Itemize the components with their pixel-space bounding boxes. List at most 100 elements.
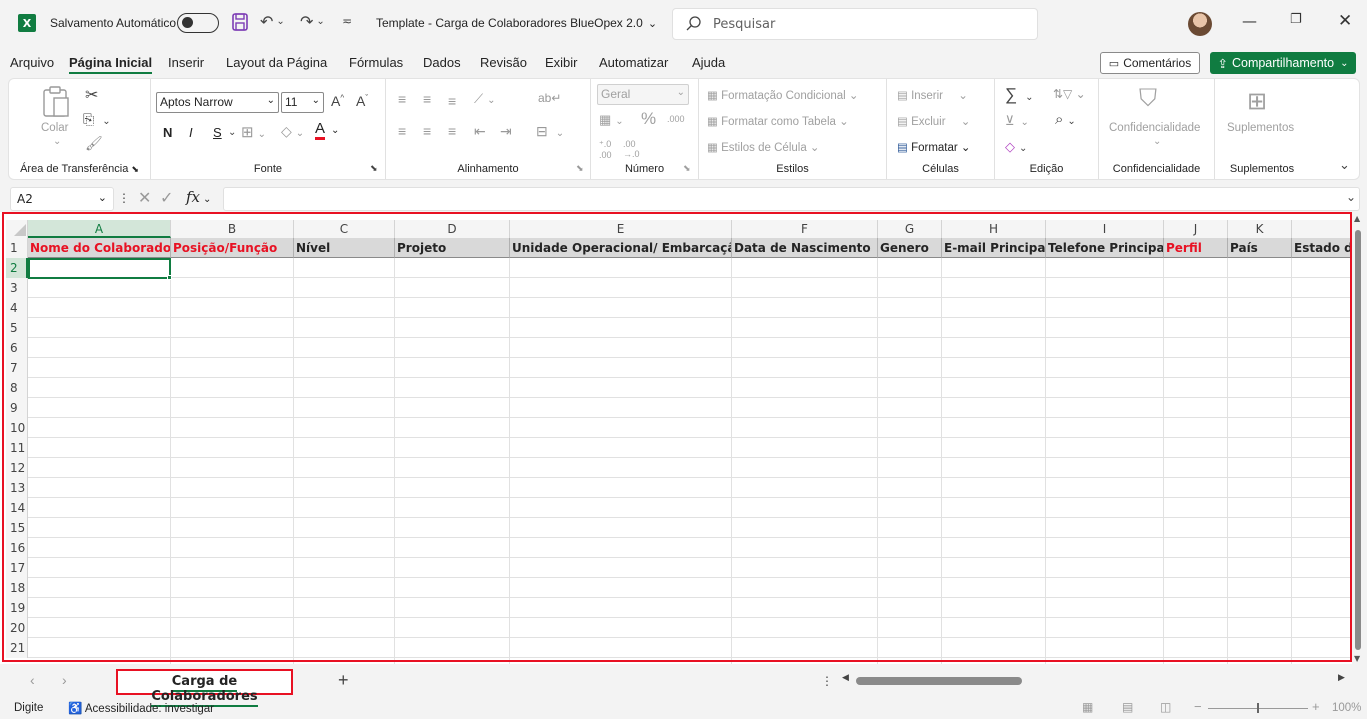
close-icon[interactable]: ✕: [1338, 11, 1352, 31]
sort-filter-icon[interactable]: ⇅▽ ⌄: [1053, 87, 1086, 101]
dialog-launcher-icon[interactable]: ⬊: [683, 163, 691, 174]
fill-icon[interactable]: ⊻ ⌄: [1005, 113, 1029, 129]
menu-ajuda[interactable]: Ajuda: [692, 55, 725, 70]
menu-automatizar[interactable]: Automatizar: [599, 55, 668, 70]
italic-button[interactable]: I: [189, 125, 193, 140]
header-cell[interactable]: Unidade Operacional/ Embarcação: [510, 238, 732, 258]
horizontal-scrollbar[interactable]: ◀ ▶: [842, 673, 1352, 687]
increase-indent-icon[interactable]: ⇥: [500, 123, 512, 140]
addins-icon[interactable]: ⊞: [1247, 87, 1267, 116]
table-row[interactable]: [28, 438, 1352, 458]
worksheet-grid[interactable]: ABCDEFGHIJK Nome do Colaborador Posição/F…: [0, 212, 1352, 664]
row-header[interactable]: 14: [6, 501, 28, 515]
zoom-in-icon[interactable]: +: [1312, 699, 1320, 714]
merge-cells-icon[interactable]: ⊟ ⌄: [536, 123, 564, 140]
header-cell[interactable]: País: [1228, 238, 1292, 258]
increase-decimal-icon[interactable]: ⁺.0.00: [599, 139, 612, 160]
column-header-j[interactable]: J: [1164, 220, 1228, 238]
row-header[interactable]: 21: [6, 641, 28, 655]
paste-icon[interactable]: [41, 85, 71, 122]
chevron-down-icon[interactable]: ⌄: [228, 127, 236, 138]
normal-view-icon[interactable]: ▦: [1082, 700, 1093, 714]
row-header[interactable]: 12: [6, 461, 28, 475]
currency-icon[interactable]: ▦ ⌄: [599, 112, 624, 128]
table-row[interactable]: [28, 398, 1352, 418]
sensitivity-icon[interactable]: ⛉: [1139, 85, 1157, 113]
column-header-l[interactable]: [1292, 220, 1352, 238]
zoom-out-icon[interactable]: −: [1194, 699, 1202, 714]
row-header[interactable]: 3: [6, 281, 28, 295]
decrease-decimal-icon[interactable]: .00 →.0: [623, 139, 640, 159]
cut-icon[interactable]: ✂: [85, 85, 98, 105]
column-header-k[interactable]: K: [1228, 220, 1292, 238]
decrease-font-icon[interactable]: Aˇ: [356, 93, 368, 109]
scroll-right-icon[interactable]: ▶: [1338, 673, 1345, 683]
table-row[interactable]: [28, 338, 1352, 358]
menu-arquivo[interactable]: Arquivo: [10, 55, 54, 70]
restore-icon[interactable]: ❐: [1290, 12, 1302, 27]
row-header[interactable]: 10: [6, 421, 28, 435]
find-select-icon[interactable]: ⌕ ⌄: [1055, 111, 1076, 128]
row-header[interactable]: 13: [6, 481, 28, 495]
undo-icon[interactable]: ↶ ⌄: [260, 12, 285, 31]
vertical-scrollbar[interactable]: ▲ ▼: [1352, 214, 1364, 664]
row-header[interactable]: 7: [6, 361, 28, 375]
column-header-e[interactable]: E: [510, 220, 732, 238]
borders-icon[interactable]: ⊞ ⌄: [241, 123, 266, 141]
add-sheet-button[interactable]: +: [338, 670, 349, 691]
cell-styles-button[interactable]: ▦ Estilos de Célula ⌄: [707, 140, 820, 154]
autosum-icon[interactable]: ∑ ⌄: [1005, 85, 1034, 105]
comma-style-icon[interactable]: .000: [667, 114, 685, 124]
menu-layout-da-pagina[interactable]: Layout da Página: [226, 55, 327, 70]
share-button[interactable]: ⇪ Compartilhamento ⌄: [1210, 52, 1356, 74]
table-row[interactable]: [28, 378, 1352, 398]
header-cell[interactable]: Projeto: [395, 238, 510, 258]
number-format-combo[interactable]: Geral ⌄: [597, 84, 689, 105]
fill-color-icon[interactable]: ◇ ⌄: [281, 123, 304, 140]
table-row[interactable]: [28, 358, 1352, 378]
copy-icon[interactable]: ⎘ ⌄: [83, 111, 111, 128]
more-options-icon[interactable]: ⋮: [821, 674, 833, 688]
row-header[interactable]: 11: [6, 441, 28, 455]
table-row[interactable]: [28, 538, 1352, 558]
font-size-combo[interactable]: 11 ⌄: [281, 92, 324, 113]
row-header[interactable]: 1: [6, 241, 28, 255]
header-cell[interactable]: Data de Nascimento: [732, 238, 878, 258]
table-row[interactable]: [28, 638, 1352, 658]
table-row[interactable]: [28, 298, 1352, 318]
clear-icon[interactable]: ◇ ⌄: [1005, 139, 1027, 155]
autosave-toggle[interactable]: [177, 13, 219, 33]
menu-exibir[interactable]: Exibir: [545, 55, 578, 70]
zoom-slider[interactable]: [1208, 703, 1308, 713]
table-row[interactable]: [28, 458, 1352, 478]
row-header[interactable]: 19: [6, 601, 28, 615]
align-left-icon[interactable]: ≡: [398, 123, 406, 139]
column-header-c[interactable]: C: [294, 220, 395, 238]
collapse-ribbon-icon[interactable]: ⌄: [1339, 157, 1350, 173]
table-row[interactable]: [28, 558, 1352, 578]
scroll-down-icon[interactable]: ▼: [1354, 654, 1360, 663]
orientation-icon[interactable]: ⟋ ⌄: [474, 91, 496, 107]
paste-label[interactable]: Colar: [41, 122, 68, 134]
column-header-a[interactable]: A: [28, 220, 171, 238]
font-color-icon[interactable]: A ⌄: [315, 120, 339, 140]
header-cell[interactable]: Posição/Função: [171, 238, 294, 258]
fill-handle[interactable]: [167, 275, 172, 280]
formula-input[interactable]: [223, 187, 1360, 211]
avatar[interactable]: [1188, 12, 1212, 36]
column-header-i[interactable]: I: [1046, 220, 1164, 238]
bold-button[interactable]: N: [163, 125, 172, 140]
align-right-icon[interactable]: ≡: [448, 123, 456, 139]
header-cell[interactable]: Perfil: [1164, 238, 1228, 258]
sheet-tab-carga[interactable]: Carga de Colaboradores: [116, 669, 293, 707]
redo-icon[interactable]: ↷ ⌄: [300, 12, 325, 31]
table-row[interactable]: [28, 618, 1352, 638]
page-break-view-icon[interactable]: ◫: [1160, 700, 1171, 714]
chevron-down-icon[interactable]: ⌄: [1153, 136, 1161, 147]
menu-dados[interactable]: Dados: [423, 55, 461, 70]
minimize-icon[interactable]: —: [1242, 12, 1257, 30]
table-row[interactable]: [28, 278, 1352, 298]
table-row[interactable]: [28, 578, 1352, 598]
row-header[interactable]: 5: [6, 321, 28, 335]
active-cell-a2[interactable]: [28, 258, 172, 280]
